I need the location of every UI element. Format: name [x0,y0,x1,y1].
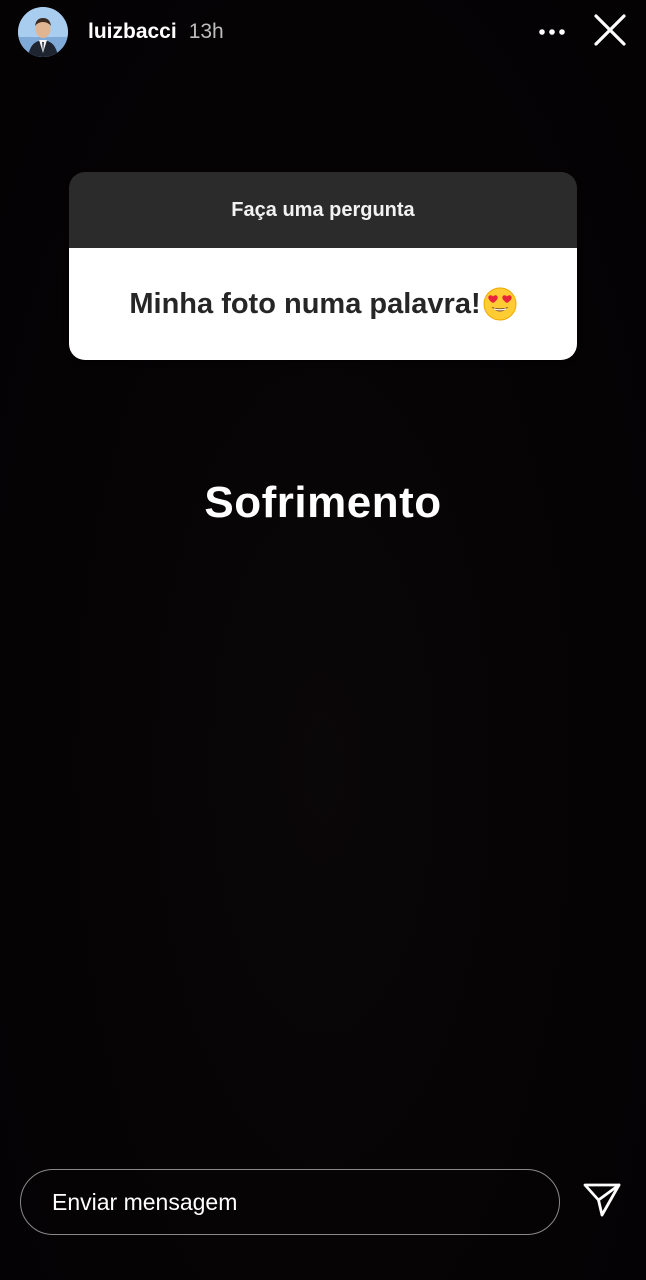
more-horizontal-icon [538,23,566,41]
timestamp: 13h [188,20,224,43]
message-placeholder: Enviar mensagem [52,1188,238,1215]
question-body: Minha foto numa palavra! [69,248,577,360]
heart-eyes-emoji-icon [483,287,517,321]
answer-text: Sofrimento [204,478,442,527]
question-text: Minha foto numa palavra! [129,287,481,320]
avatar[interactable] [18,7,68,57]
close-icon [593,13,627,52]
send-button[interactable] [580,1180,624,1224]
message-input[interactable]: Enviar mensagem [20,1169,560,1235]
close-button[interactable] [588,10,632,54]
more-options-button[interactable] [532,12,572,52]
question-prompt: Faça uma pergunta [69,172,577,248]
username[interactable]: luizbacci [88,20,177,44]
story-viewer: luizbacci 13h Faça uma pergunta Minha fo… [0,0,646,1280]
question-sticker[interactable]: Faça uma pergunta Minha foto numa palavr… [69,172,577,360]
story-header: luizbacci 13h [18,6,632,58]
send-icon [582,1182,622,1223]
